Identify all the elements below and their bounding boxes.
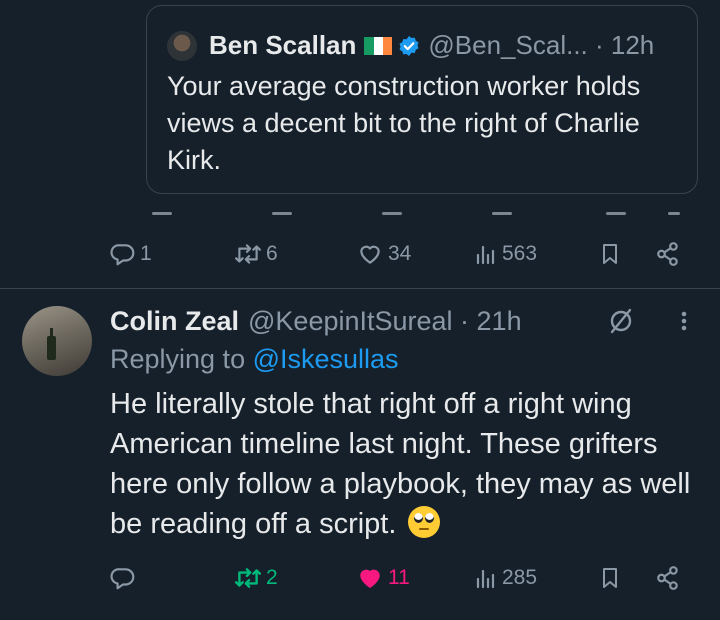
bookmark-icon bbox=[603, 244, 617, 264]
like-button[interactable]: 34 bbox=[356, 232, 411, 276]
grok-icon[interactable] bbox=[604, 306, 638, 336]
repost-icon bbox=[235, 244, 261, 264]
like-icon bbox=[360, 569, 380, 588]
reply-action-bar: 2 11 285 bbox=[0, 556, 720, 600]
reply-author-avatar[interactable] bbox=[22, 306, 92, 376]
parent-action-bar: 1 6 34 563 bbox=[0, 232, 720, 276]
reply-handle-time: @KeepinItSureal · 21h bbox=[248, 305, 522, 336]
more-icon[interactable] bbox=[676, 306, 692, 336]
like-count: 11 bbox=[388, 566, 410, 589]
share-button[interactable] bbox=[654, 232, 682, 276]
reply-author-name[interactable]: Colin Zeal bbox=[110, 306, 239, 337]
quoted-tweet-text: Your average construction worker holds v… bbox=[167, 71, 641, 175]
share-icon bbox=[657, 242, 678, 266]
reply-count: 1 bbox=[140, 242, 152, 265]
repost-button[interactable]: 6 bbox=[234, 232, 278, 276]
quoted-tweet-card[interactable]: Ben Scallan @Ben_Scal... · 12h Your aver… bbox=[146, 5, 698, 194]
quoted-author-name[interactable]: Ben Scallan bbox=[209, 30, 356, 61]
like-count: 34 bbox=[388, 242, 412, 265]
eye-roll-emoji bbox=[408, 506, 441, 538]
reply-icon bbox=[110, 568, 135, 590]
verified-badge-icon bbox=[399, 35, 419, 56]
repost-button[interactable]: 2 bbox=[234, 556, 278, 600]
views-icon bbox=[476, 569, 495, 589]
replying-to-line: Replying to @Iskesullas bbox=[110, 340, 399, 378]
bookmark-icon bbox=[603, 568, 617, 588]
clipped-action-row bbox=[140, 206, 700, 218]
bookmark-button[interactable] bbox=[598, 556, 622, 600]
like-icon bbox=[360, 245, 380, 264]
repost-count: 2 bbox=[266, 566, 278, 589]
views-button[interactable]: 563 bbox=[474, 232, 537, 276]
quoted-tweet-header: Ben Scallan @Ben_Scal... · 12h bbox=[167, 30, 654, 61]
reply-icon bbox=[110, 244, 135, 266]
quoted-handle-time: @Ben_Scal... · 12h bbox=[428, 30, 655, 60]
share-icon bbox=[657, 566, 678, 590]
quoted-author-avatar[interactable] bbox=[167, 30, 197, 61]
reply-button[interactable]: 1 bbox=[110, 232, 152, 276]
replying-to-mention[interactable]: @Iskesullas bbox=[253, 344, 399, 374]
ireland-flag-icon bbox=[364, 36, 393, 55]
reply-tweet-text-block: He literally stole that right off a righ… bbox=[110, 384, 710, 544]
views-count: 285 bbox=[502, 566, 538, 589]
repost-icon bbox=[234, 568, 262, 588]
views-button[interactable]: 285 bbox=[474, 556, 537, 600]
share-button[interactable] bbox=[654, 556, 682, 600]
reply-button[interactable] bbox=[110, 556, 140, 600]
like-button[interactable]: 11 bbox=[356, 556, 410, 600]
repost-count: 6 bbox=[266, 242, 278, 265]
reply-tweet-text: He literally stole that right off a righ… bbox=[110, 388, 691, 540]
views-icon bbox=[476, 245, 495, 265]
views-count: 563 bbox=[502, 242, 538, 265]
tweet-divider bbox=[0, 288, 720, 289]
reply-header: Colin Zeal @KeepinItSureal · 21h bbox=[110, 302, 522, 340]
replying-to-label: Replying to bbox=[110, 344, 253, 374]
bookmark-button[interactable] bbox=[598, 232, 622, 276]
